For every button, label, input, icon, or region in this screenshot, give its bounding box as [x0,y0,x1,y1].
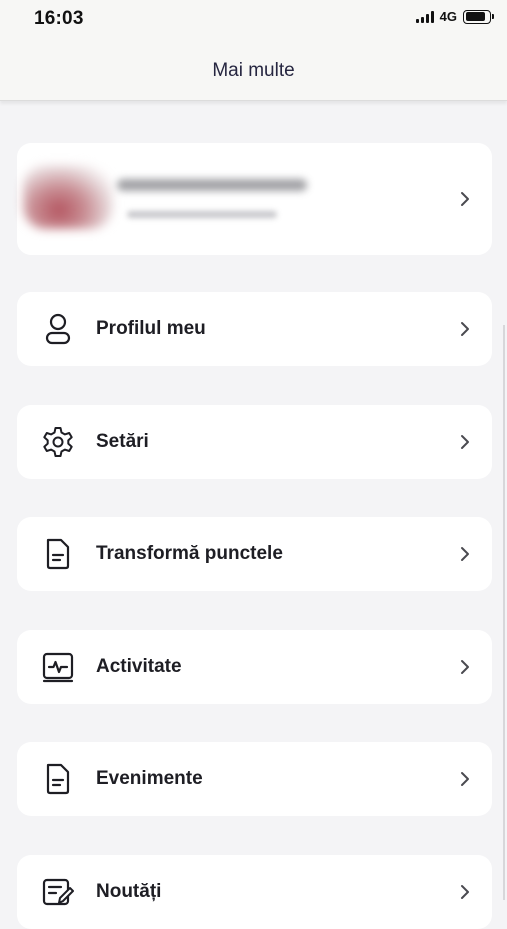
document-icon [41,762,75,796]
menu-item-convert-points[interactable]: Transformă punctele [17,517,492,591]
avatar [23,165,113,229]
news-edit-icon [41,875,75,909]
menu-item-news[interactable]: Noutăți [17,855,492,929]
signal-icon [415,10,434,23]
chevron-right-icon [458,883,472,901]
menu-item-label: Transformă punctele [96,543,283,564]
chevron-right-icon [458,190,472,208]
page-title: Mai multe [212,60,295,81]
chevron-right-icon [458,320,472,338]
menu-item-label: Activitate [96,656,182,677]
gear-icon [41,425,75,459]
menu-item-settings[interactable]: Setări [17,405,492,479]
battery-icon [463,9,494,24]
account-card[interactable] [17,143,492,255]
user-icon [41,312,75,346]
scrollbar[interactable] [503,325,505,900]
chevron-right-icon [458,545,472,563]
chevron-right-icon [458,770,472,788]
account-subtitle-redacted [127,211,277,218]
network-type: 4G [439,9,457,24]
status-icons: 4G [415,9,494,24]
menu-item-events[interactable]: Evenimente [17,742,492,816]
document-icon [41,537,75,571]
menu-item-activity[interactable]: Activitate [17,630,492,704]
status-time: 16:03 [34,8,84,29]
menu-item-label: Evenimente [96,768,203,789]
battery-level [465,12,486,21]
activity-monitor-icon [41,650,75,684]
menu-item-profile[interactable]: Profilul meu [17,292,492,366]
menu-item-label: Setări [96,431,149,452]
chevron-right-icon [458,433,472,451]
account-name-redacted [117,179,307,191]
menu-item-label: Profilul meu [96,318,206,339]
chevron-right-icon [458,658,472,676]
top-bar: 16:03 4G Mai multe [0,0,507,101]
